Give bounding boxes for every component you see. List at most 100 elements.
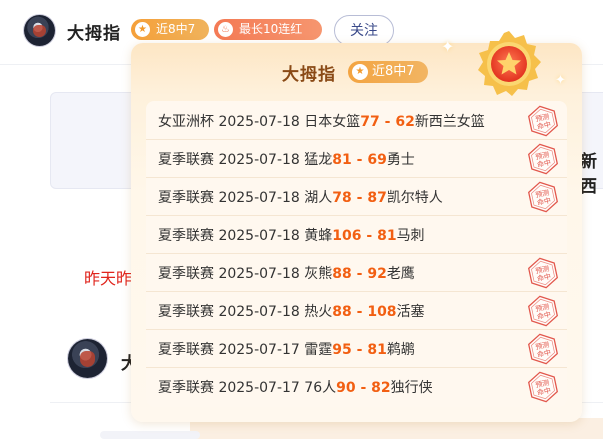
match-league: 夏季联赛 (158, 152, 214, 168)
home-score: 88 (332, 266, 352, 282)
hit-stamp-icon: 预测命中 (528, 333, 558, 365)
match-date: 2025-07-17 (218, 342, 300, 358)
match-league: 夏季联赛 (158, 304, 214, 320)
home-team: 猛龙 (304, 152, 333, 168)
hit-stamp-icon: 预测命中 (528, 371, 558, 403)
away-score: 81 (367, 342, 387, 358)
match-text: 夏季联赛 2025-07-18 灰熊88 - 92老鹰 (158, 263, 415, 283)
best-streak-label: 最长10连红 (239, 22, 303, 36)
recent-record-badge[interactable]: ★ 近8中7 (131, 19, 209, 40)
star-icon: ★ (352, 64, 368, 80)
match-list: 女亚洲杯 2025-07-18 日本女篮77 - 62新西兰女篮 预测 命中 夏季联赛… (146, 101, 567, 407)
match-text: 夏季联赛 2025-07-17 76人90 - 82独行侠 (158, 377, 433, 397)
match-row[interactable]: 夏季联赛 2025-07-17 76人90 - 82独行侠 预测 命中 (146, 368, 567, 406)
away-team: 老鹰 (386, 266, 415, 282)
home-score: 77 (360, 114, 380, 130)
match-text: 夏季联赛 2025-07-18 猛龙81 - 69勇士 (158, 149, 415, 169)
card-title-peek: 新西 (580, 152, 597, 197)
home-score: 95 (332, 342, 352, 358)
hit-stamp-icon: 预测命中 (528, 105, 558, 137)
match-date: 2025-07-18 (218, 190, 300, 206)
avatar[interactable] (24, 15, 55, 46)
medal-icon (478, 31, 541, 96)
away-score: 92 (367, 266, 387, 282)
match-date: 2025-07-17 (218, 380, 300, 396)
username[interactable]: 大拇指 (67, 19, 121, 44)
match-row[interactable]: 夏季联赛 2025-07-18 热火88 - 108活塞 预测 命中 (146, 292, 567, 330)
match-league: 夏季联赛 (158, 266, 214, 282)
match-date: 2025-07-18 (218, 152, 300, 168)
home-team: 黄蜂 (304, 228, 333, 244)
match-date: 2025-07-18 (218, 114, 300, 130)
away-score: 69 (367, 152, 387, 168)
home-score: 88 (332, 304, 352, 320)
away-score: 81 (377, 228, 397, 244)
score-separator: - (379, 114, 396, 130)
match-row[interactable]: 女亚洲杯 2025-07-18 日本女篮77 - 62新西兰女篮 预测 命中 (146, 102, 567, 140)
score-separator: - (351, 190, 368, 206)
match-text: 夏季联赛 2025-07-17 雷霆95 - 81鹈鹕 (158, 339, 415, 359)
match-date: 2025-07-18 (218, 228, 300, 244)
popup-record-badge: ★ 近8中7 (348, 61, 428, 83)
match-text: 夏季联赛 2025-07-18 湖人78 - 87凯尔特人 (158, 187, 443, 207)
match-league: 夏季联赛 (158, 380, 214, 396)
home-score: 90 (336, 380, 356, 396)
hit-stamp-icon: 预测命中 (528, 181, 558, 213)
home-team: 雷霆 (304, 342, 333, 358)
bottom-panel-left (100, 431, 200, 439)
away-team: 鹈鹕 (386, 342, 415, 358)
score-separator: - (351, 266, 368, 282)
star-icon: ★ (135, 22, 150, 37)
avatar[interactable] (68, 339, 107, 378)
score-separator: - (355, 380, 372, 396)
follow-button[interactable]: 关注 (334, 15, 394, 46)
away-team: 独行侠 (390, 380, 433, 396)
away-score: 108 (367, 304, 397, 320)
best-streak-badge[interactable]: ♨ 最长10连红 (214, 19, 322, 40)
home-team: 热火 (304, 304, 333, 320)
home-score: 78 (332, 190, 352, 206)
home-team: 湖人 (304, 190, 333, 206)
match-row[interactable]: 夏季联赛 2025-07-18 灰熊88 - 92老鹰 预测 命中 (146, 254, 567, 292)
hit-stamp-icon: 预测命中 (528, 143, 558, 175)
home-score: 81 (332, 152, 352, 168)
away-team: 马刺 (396, 228, 425, 244)
hit-stamp-icon: 预测命中 (528, 295, 558, 327)
match-date: 2025-07-18 (218, 304, 300, 320)
match-text: 夏季联赛 2025-07-18 黄蜂106 - 81马刺 (158, 225, 425, 245)
popup-title: 大拇指 (282, 65, 336, 85)
sparkle-icon: ✦ (555, 73, 566, 88)
away-team: 凯尔特人 (386, 190, 443, 206)
away-team: 活塞 (396, 304, 425, 320)
red-text-peek: 昨天昨 (84, 269, 133, 288)
recent-record-label: 近8中7 (156, 22, 196, 36)
away-team: 新西兰女篮 (414, 114, 485, 130)
match-league: 夏季联赛 (158, 342, 214, 358)
match-row[interactable]: 夏季联赛 2025-07-18 猛龙81 - 69勇士 预测 命中 (146, 140, 567, 178)
record-popup: ✦ ✦ 大拇指 ★ 近8中7 女亚洲杯 2025-07-18 日本女篮77 - … (131, 31, 582, 422)
flame-icon: ♨ (218, 22, 233, 37)
home-team: 日本女篮 (304, 114, 361, 130)
match-league: 女亚洲杯 (158, 114, 214, 130)
match-row[interactable]: 夏季联赛 2025-07-18 黄蜂106 - 81马刺 (146, 216, 567, 254)
match-league: 夏季联赛 (158, 228, 214, 244)
score-separator: - (351, 342, 368, 358)
match-text: 夏季联赛 2025-07-18 热火88 - 108活塞 (158, 301, 425, 321)
away-score: 62 (395, 114, 415, 130)
away-team: 勇士 (386, 152, 415, 168)
match-row[interactable]: 夏季联赛 2025-07-17 雷霆95 - 81鹈鹕 预测 命中 (146, 330, 567, 368)
sparkle-icon: ✦ (441, 37, 455, 56)
match-date: 2025-07-18 (218, 266, 300, 282)
score-separator: - (351, 304, 368, 320)
home-team: 76人 (304, 380, 337, 396)
score-separator: - (351, 152, 368, 168)
popup-record-label: 近8中7 (372, 64, 415, 79)
away-score: 82 (371, 380, 391, 396)
match-text: 女亚洲杯 2025-07-18 日本女篮77 - 62新西兰女篮 (158, 111, 485, 131)
match-league: 夏季联赛 (158, 190, 214, 206)
home-team: 灰熊 (304, 266, 333, 282)
score-separator: - (361, 228, 378, 244)
away-score: 87 (367, 190, 387, 206)
home-score: 106 (332, 228, 362, 244)
match-row[interactable]: 夏季联赛 2025-07-18 湖人78 - 87凯尔特人 预测 命中 (146, 178, 567, 216)
